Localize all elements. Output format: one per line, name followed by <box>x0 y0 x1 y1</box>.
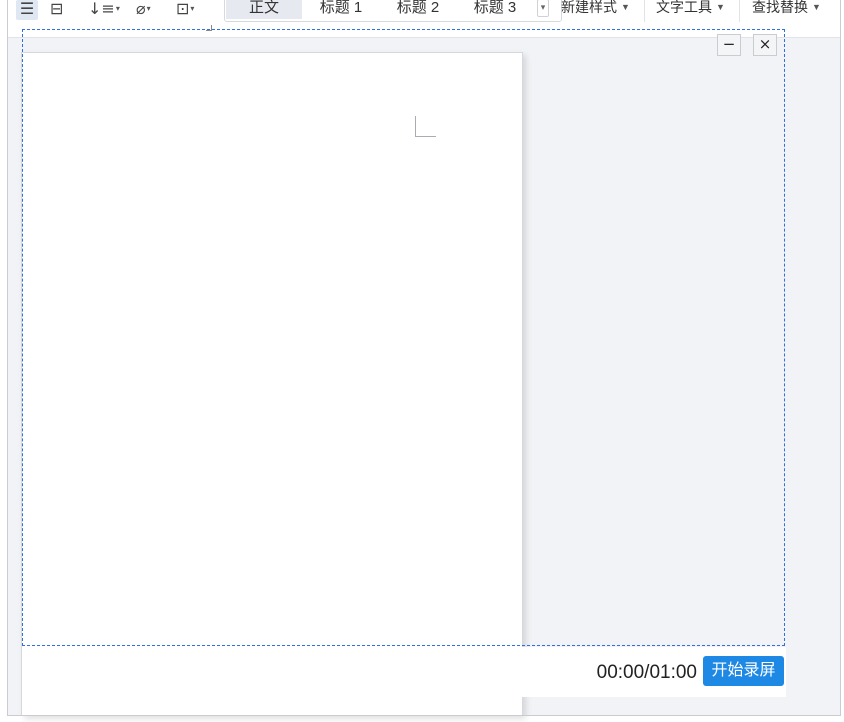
window-border-left <box>7 0 8 716</box>
toolbar-divider <box>644 0 645 22</box>
line-spacing-icon[interactable]: ↓≡▾ <box>88 0 120 20</box>
chevron-down-icon: ▼ <box>716 2 725 12</box>
shading-caret-icon: ▾ <box>146 4 151 13</box>
style-body-text[interactable]: 正文 <box>226 0 302 19</box>
recording-timer: 00:00/01:00 <box>596 662 697 683</box>
distributed-align-icon[interactable]: ⊟ <box>50 0 63 20</box>
new-style-dropdown[interactable]: 新建样式 ▼ <box>561 0 630 18</box>
recorder-footer: 00:00/01:00 开始录屏 <box>22 647 786 697</box>
align-justify-icon[interactable]: ☰ <box>16 0 38 20</box>
start-recording-button[interactable]: 开始录屏 <box>703 656 784 686</box>
window-border-bottom <box>7 715 841 716</box>
app-window: ☰ ⊟ ↓≡▾ ⌀▾ ⊡▾ 正文 标题 1 标题 2 标题 3 ▾ 新建样式 ▼ … <box>0 0 844 722</box>
text-tools-dropdown[interactable]: 文字工具 ▼ <box>656 0 725 18</box>
border-icon[interactable]: ⊡▾ <box>176 0 194 20</box>
ribbon-toolbar: ☰ ⊟ ↓≡▾ ⌀▾ ⊡▾ 正文 标题 1 标题 2 标题 3 ▾ 新建样式 ▼ … <box>8 0 841 38</box>
paragraph-settings-icon[interactable] <box>206 25 212 31</box>
close-button[interactable]: × <box>753 34 777 56</box>
style-heading-1[interactable]: 标题 1 <box>303 0 379 19</box>
chevron-down-icon: ▼ <box>621 2 630 12</box>
find-replace-label: 查找替换 <box>752 0 808 15</box>
document-page[interactable] <box>21 52 523 716</box>
shading-icon[interactable]: ⌀▾ <box>136 0 151 20</box>
window-border-right <box>840 0 841 716</box>
line-spacing-caret-icon: ▾ <box>115 4 120 13</box>
find-replace-dropdown[interactable]: 查找替换 ▼ <box>752 0 821 18</box>
text-tools-label: 文字工具 <box>656 0 712 15</box>
border-caret-icon: ▾ <box>190 4 195 13</box>
chevron-down-icon: ▼ <box>812 2 821 12</box>
minimize-button[interactable]: − <box>717 34 741 56</box>
style-heading-3[interactable]: 标题 3 <box>457 0 533 19</box>
new-style-label: 新建样式 <box>561 0 617 15</box>
toolbar-divider <box>739 0 740 22</box>
gallery-expand-icon[interactable]: ▾ <box>537 0 549 17</box>
document-workspace <box>8 38 841 716</box>
style-gallery: 正文 标题 1 标题 2 标题 3 ▾ <box>224 0 562 22</box>
margin-corner-mark <box>415 116 436 137</box>
style-heading-2[interactable]: 标题 2 <box>380 0 456 19</box>
